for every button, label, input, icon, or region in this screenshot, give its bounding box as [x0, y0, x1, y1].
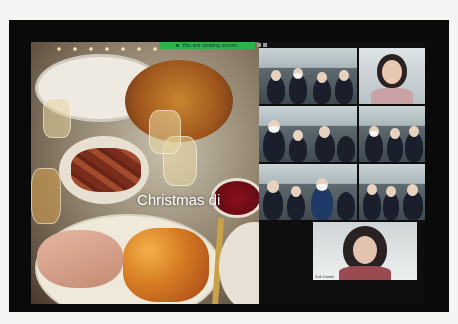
fairy-lights	[51, 44, 161, 54]
student-face	[319, 126, 330, 138]
participant-tile[interactable]	[359, 48, 425, 104]
participant-tile[interactable]	[259, 106, 357, 162]
student-figure	[337, 136, 355, 162]
grid-view-icon	[257, 43, 261, 47]
turkey-slices-image	[37, 230, 123, 288]
sausages-image	[71, 148, 141, 192]
monitor-bezel: Christmas di You are viewing screen Zoli…	[9, 20, 449, 312]
face-mask	[370, 131, 378, 136]
student-face	[390, 128, 400, 139]
participant-face	[382, 60, 402, 84]
student-figure	[311, 186, 333, 220]
student-face	[271, 70, 281, 81]
student-figure	[263, 128, 285, 162]
zoom-window: Christmas di You are viewing screen Zoli…	[31, 42, 425, 304]
roast-potatoes-image	[123, 228, 209, 302]
face-mask	[317, 184, 327, 190]
view-options-menu[interactable]	[257, 43, 279, 47]
student-face	[293, 130, 303, 141]
face-mask	[294, 73, 302, 78]
viewing-banner-label: You are viewing screen	[182, 42, 238, 49]
student-figure	[337, 192, 355, 220]
student-face	[339, 70, 349, 81]
student-face	[267, 180, 279, 193]
student-face	[386, 186, 396, 197]
participant-body	[371, 88, 413, 104]
more-options-icon	[263, 43, 267, 47]
student-face	[317, 72, 327, 83]
bread-bowl-image	[219, 222, 259, 304]
student-face	[367, 184, 377, 195]
participant-tile[interactable]	[259, 48, 357, 104]
participant-tile[interactable]	[359, 106, 425, 162]
participant-tile[interactable]: Zoli Csetni	[313, 222, 417, 280]
participant-gallery: Zoli Csetni	[259, 48, 425, 304]
status-dot-icon	[176, 44, 180, 47]
candle-glass-image	[31, 168, 61, 224]
wine-glass-image	[149, 110, 181, 154]
student-face	[407, 184, 418, 196]
face-mask	[269, 126, 279, 132]
zoom-viewing-banner[interactable]: You are viewing screen	[159, 42, 255, 49]
slide-title: Christmas di	[137, 192, 221, 209]
participant-tile[interactable]	[259, 164, 357, 220]
wine-glass-image	[43, 98, 71, 138]
student-face	[291, 186, 301, 197]
shared-screen-slide: Christmas di	[31, 42, 259, 304]
participant-face	[353, 236, 377, 264]
participant-body	[339, 266, 391, 280]
participant-tile[interactable]	[359, 164, 425, 220]
participant-name: Zoli Csetni	[315, 274, 334, 279]
student-face	[409, 126, 419, 137]
